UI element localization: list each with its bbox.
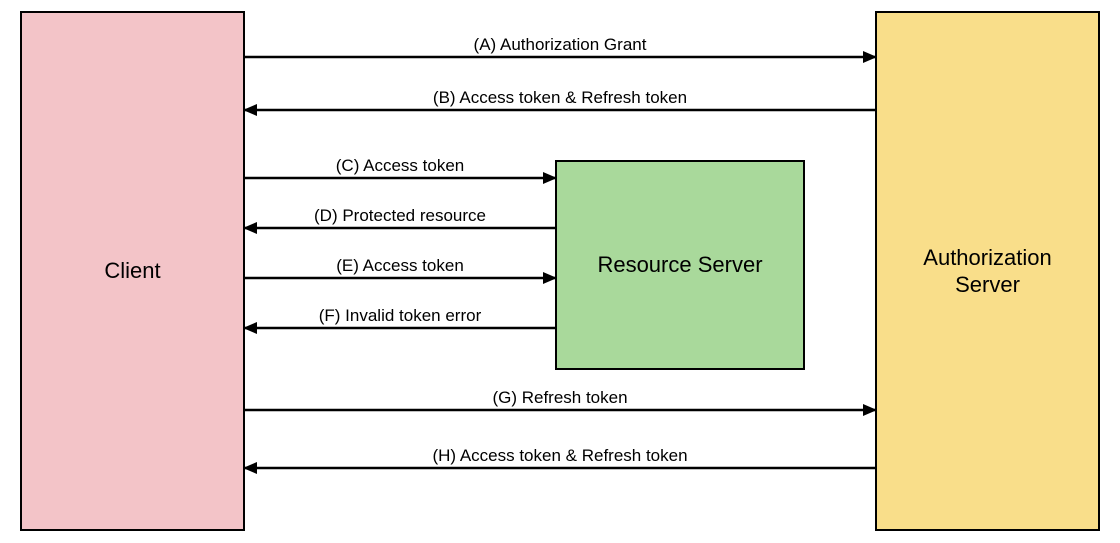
label-g: (G) Refresh token [245, 388, 875, 408]
label-a: (A) Authorization Grant [245, 35, 875, 55]
oauth-refresh-flow-diagram: Client Resource Server Authorization Ser… [0, 0, 1120, 543]
label-f: (F) Invalid token error [245, 306, 555, 326]
label-e: (E) Access token [245, 256, 555, 276]
label-h: (H) Access token & Refresh token [245, 446, 875, 466]
label-d: (D) Protected resource [245, 206, 555, 226]
label-b: (B) Access token & Refresh token [245, 88, 875, 108]
label-c: (C) Access token [245, 156, 555, 176]
